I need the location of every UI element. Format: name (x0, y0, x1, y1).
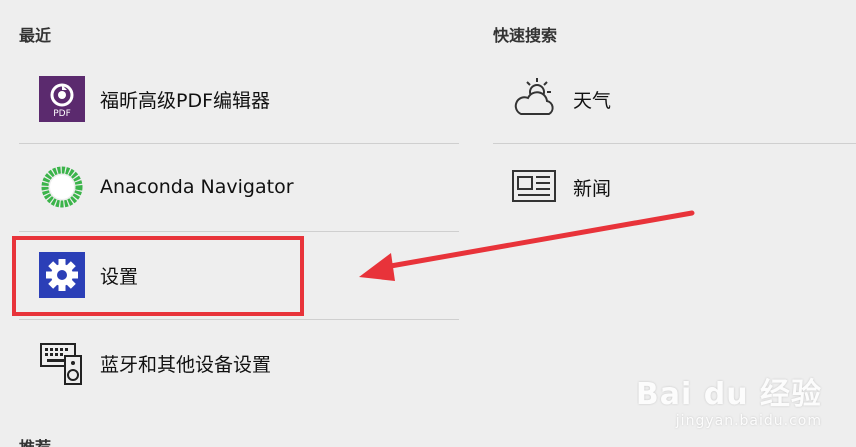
weather-icon (511, 75, 559, 123)
recent-item-label: 设置 (100, 265, 139, 288)
recent-item-label: 蓝牙和其他设备设置 (100, 353, 272, 376)
watermark-url: jingyan.baidu.com (675, 413, 822, 429)
foxit-icon-text: PDF (53, 109, 71, 119)
foxit-pdf-icon: PDF (38, 75, 86, 123)
recent-item-label: Anaconda Navigator (100, 176, 294, 198)
recent-item-label: 福昕高级PDF编辑器 (100, 89, 271, 112)
quick-item-label: 新闻 (573, 177, 612, 200)
quick-item-weather[interactable]: 天气 (511, 56, 841, 142)
recent-item-foxit-pdf[interactable]: PDF 福昕高级PDF编辑器 (38, 56, 458, 142)
quick-item-label: 天气 (573, 89, 612, 112)
watermark-logo: Bai du 经验 (635, 377, 822, 412)
annotation-arrow (359, 210, 695, 281)
baidu-watermark: Bai du 经验 jingyan.baidu.com (636, 369, 822, 429)
gear-icon (38, 251, 86, 299)
quick-search-section-title: 快速搜索 (493, 26, 558, 45)
devices-icon (38, 339, 86, 387)
more-section-title: 推荐 (19, 434, 51, 447)
recent-item-bluetooth-devices[interactable]: 蓝牙和其他设备设置 (38, 320, 458, 406)
anaconda-icon (38, 163, 86, 211)
news-icon (511, 163, 559, 211)
start-menu-search-panel: 最近 快速搜索 推荐 PDF 福昕高级PDF编辑器 Anaconda Navig… (0, 0, 856, 447)
recent-section-title: 最近 (19, 26, 52, 45)
